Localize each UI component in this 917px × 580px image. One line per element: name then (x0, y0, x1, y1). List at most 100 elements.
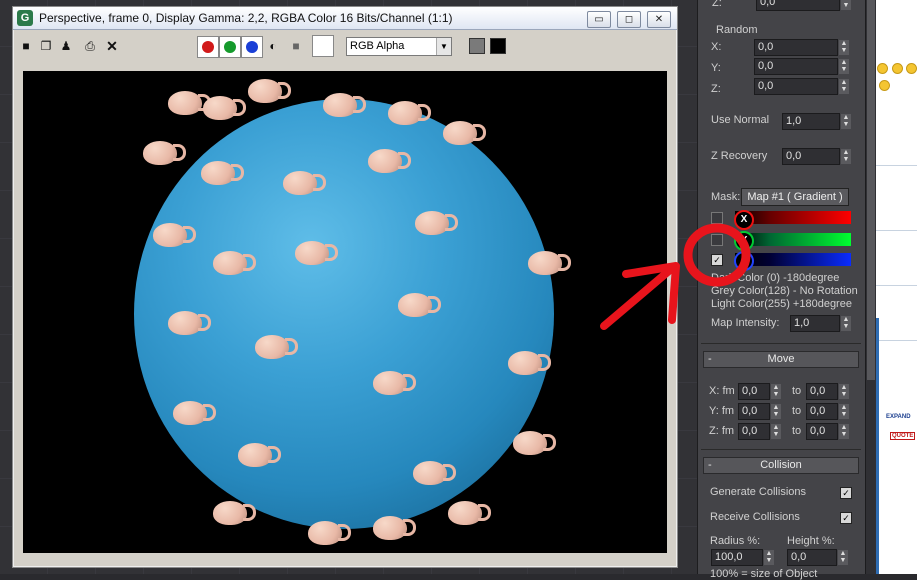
clone-icon[interactable]: ♟ (59, 39, 73, 53)
radius-spinner[interactable]: 100,0 ▲ ▼ (711, 549, 774, 566)
divider-line (876, 340, 917, 341)
quote-button[interactable]: QUOTE (890, 432, 916, 440)
collapse-icon: - (708, 353, 712, 365)
display-swatch-grey[interactable] (469, 38, 485, 54)
blue-channel-button[interactable] (241, 36, 263, 58)
spinner-arrows-icon[interactable]: ▲▼ (841, 114, 851, 129)
mask-label: Mask: (711, 191, 741, 203)
render-window-titlebar[interactable]: G Perspective, frame 0, Display Gamma: 2… (13, 7, 677, 30)
spinner-arrows-icon[interactable]: ▲▼ (764, 550, 774, 565)
z-recovery-value: 0,0 (786, 150, 802, 162)
expand-link[interactable]: EXPAND (886, 414, 911, 420)
spinner-arrows-icon[interactable]: ▲▼ (838, 550, 848, 565)
spinner-arrows-icon[interactable]: ▲▼ (839, 40, 849, 55)
spinner-arrows-icon[interactable]: ▲▼ (841, 0, 851, 10)
display-swatch-black[interactable] (490, 38, 506, 54)
teapot (508, 351, 551, 375)
spinner-arrows-icon[interactable]: ▲▼ (841, 316, 851, 331)
z-top-spinner[interactable]: 0,0 ▲▼ (756, 0, 851, 11)
z-top-value: 0,0 (760, 0, 776, 8)
teapot (168, 311, 211, 335)
move-z-to-spinner[interactable]: 0,0 ▲ ▼ (806, 423, 849, 440)
print-icon[interactable]: ⎙ (83, 39, 97, 53)
maximize-button[interactable]: ◻ (617, 11, 641, 28)
render-window-title: Perspective, frame 0, Display Gamma: 2,2… (39, 11, 453, 25)
spinner-arrows-icon[interactable]: ▲▼ (771, 404, 781, 419)
move-z-from-value: 0,0 (742, 425, 758, 437)
teapot (143, 141, 186, 165)
height-value: 0,0 (791, 551, 807, 563)
spinner-arrows-icon[interactable]: ▲▼ (839, 424, 849, 439)
copy-icon[interactable]: ❐ (39, 39, 53, 53)
random-x-spinner[interactable]: 0,0 ▲ ▼ (754, 39, 849, 56)
receive-collisions-checkbox[interactable]: ✓ (840, 512, 852, 524)
map-intensity-spinner[interactable]: 1,0 ▲ ▼ (790, 315, 851, 332)
spinner-arrows-icon[interactable]: ▲▼ (839, 384, 849, 399)
channel-select-value: RGB Alpha (350, 40, 405, 52)
teapot (213, 251, 256, 275)
clear-icon[interactable]: ✕ (105, 39, 119, 53)
move-rollout-title: Move (767, 353, 795, 365)
divider-line (876, 230, 917, 231)
spinner-arrows-icon[interactable]: ▲▼ (839, 59, 849, 74)
render-frame-window: G Perspective, frame 0, Display Gamma: 2… (12, 6, 678, 568)
move-x-to-spinner[interactable]: 0,0 ▲ ▼ (806, 383, 849, 400)
spinner-arrows-icon[interactable]: ▲▼ (839, 404, 849, 419)
spinner-arrows-icon[interactable]: ▲▼ (771, 384, 781, 399)
spinner-arrows-icon[interactable]: ▲▼ (841, 149, 851, 164)
move-y-from-spinner[interactable]: 0,0 ▲ ▼ (738, 403, 781, 420)
z-recovery-spinner[interactable]: 0,0 ▲ ▼ (782, 148, 851, 165)
move-z-label: Z: fm (709, 425, 735, 437)
random-y-label: Y: (711, 62, 721, 74)
render-toolbar: ■ ❐ ♟ ⎙ ✕ ◐ ■ RGB Alpha ▼ (13, 31, 677, 61)
random-y-value: 0,0 (758, 60, 774, 72)
collision-rollout-header[interactable]: - Collision (703, 457, 859, 474)
rendered-image (23, 71, 667, 553)
teapot (213, 501, 256, 525)
teapot (415, 211, 458, 235)
channel-select[interactable]: RGB Alpha ▼ (346, 37, 452, 56)
color-swatch[interactable] (312, 35, 334, 57)
move-z-from-spinner[interactable]: 0,0 ▲ ▼ (738, 423, 781, 440)
teapot (238, 443, 281, 467)
teapot (513, 431, 556, 455)
height-label: Height %: (787, 535, 835, 547)
teapot (168, 91, 211, 115)
save-icon[interactable]: ■ (19, 39, 33, 53)
random-y-spinner[interactable]: 0,0 ▲ ▼ (754, 58, 849, 75)
mask-map-button[interactable]: Map #1 ( Gradient ) (741, 188, 849, 206)
app-icon: G (17, 10, 33, 26)
divider-line (876, 165, 917, 166)
mono-icon[interactable]: ◐ (266, 39, 280, 53)
teapot (201, 161, 244, 185)
move-x-from-spinner[interactable]: 0,0 ▲ ▼ (738, 383, 781, 400)
close-button[interactable]: ✕ (647, 11, 671, 28)
move-y-to-label: to (792, 405, 802, 417)
green-channel-button[interactable] (219, 36, 241, 58)
red-channel-button[interactable] (197, 36, 219, 58)
use-normal-spinner[interactable]: 1,0 ▲ ▼ (782, 113, 851, 130)
spinner-arrows-icon[interactable]: ▲▼ (771, 424, 781, 439)
teapot (255, 335, 298, 359)
z-recovery-label: Z Recovery (711, 150, 768, 162)
panel-scrollbar[interactable] (865, 0, 876, 574)
teapot (153, 223, 196, 247)
collision-footer-note: 100% = size of Object (710, 568, 818, 580)
chevron-down-icon: ▼ (436, 38, 451, 55)
teapot (323, 93, 366, 117)
map-intensity-value: 1,0 (794, 317, 810, 329)
clear-swatch-icon[interactable]: ■ (289, 39, 303, 53)
random-z-spinner[interactable]: 0,0 ▲ ▼ (754, 78, 849, 95)
scrollbar-thumb[interactable] (867, 0, 875, 380)
minimize-button[interactable]: ▭ (587, 11, 611, 28)
teapot (248, 79, 291, 103)
teapot (173, 401, 216, 425)
move-x-to-label: to (792, 385, 802, 397)
spinner-arrows-icon[interactable]: ▲▼ (839, 79, 849, 94)
height-spinner[interactable]: 0,0 ▲ ▼ (787, 549, 848, 566)
move-y-to-spinner[interactable]: 0,0 ▲ ▼ (806, 403, 849, 420)
smiley-icon (906, 63, 917, 74)
blue-edge (876, 318, 879, 574)
move-rollout-header[interactable]: - Move (703, 351, 859, 368)
generate-collisions-checkbox[interactable]: ✓ (840, 487, 852, 499)
